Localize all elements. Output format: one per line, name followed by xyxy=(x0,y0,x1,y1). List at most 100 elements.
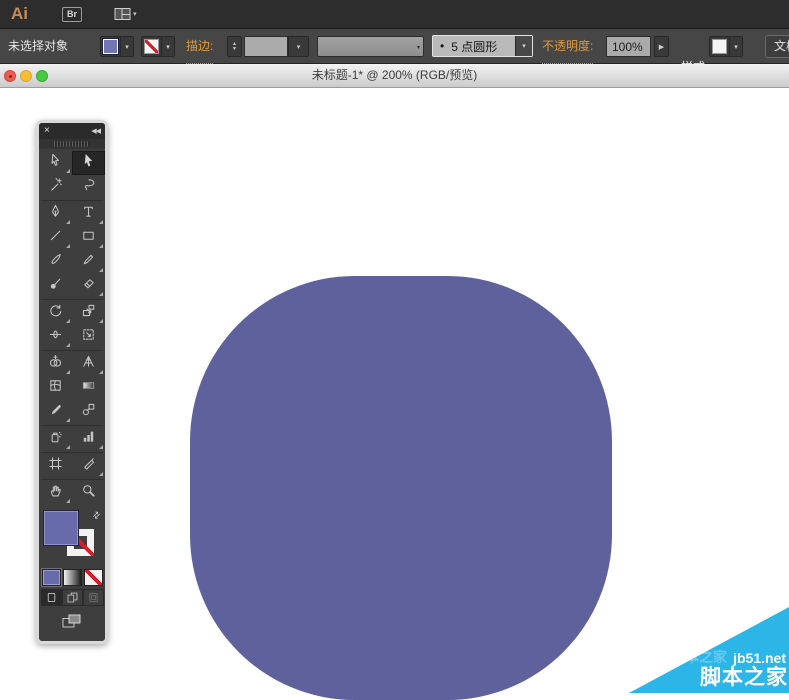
change-screen-mode-button[interactable] xyxy=(61,613,83,634)
brush-definition-dropdown[interactable]: • 5 点圆形 ▾ xyxy=(432,35,533,57)
eyedropper-tool-icon xyxy=(48,402,63,422)
paintbrush-tool[interactable] xyxy=(39,250,72,274)
line-segment-tool-icon xyxy=(48,228,63,248)
stroke-weight-dropdown-button[interactable]: ▾ xyxy=(288,36,309,57)
pen-tool-icon xyxy=(48,204,63,224)
swap-fill-stroke-icon[interactable]: ⇄ xyxy=(91,509,104,522)
width-tool[interactable] xyxy=(39,325,72,349)
width-profile-dropdown[interactable]: ▾ xyxy=(317,36,424,57)
chevron-down-icon: ▾ xyxy=(133,10,137,18)
fill-color-dropdown[interactable]: ▾ xyxy=(100,36,134,57)
zoom-tool-icon xyxy=(81,483,96,503)
opacity-expand-button[interactable]: ▶ xyxy=(654,36,669,57)
perspective-grid-tool-icon xyxy=(81,354,96,374)
eraser-tool-icon xyxy=(81,276,96,296)
fill-stroke-indicator: ⇄ xyxy=(39,509,105,567)
opacity-field[interactable]: 100% xyxy=(606,36,651,57)
blob-brush-tool[interactable] xyxy=(39,274,72,298)
stroke-panel-link[interactable]: 描边: xyxy=(186,30,214,64)
lasso-tool[interactable] xyxy=(72,175,105,199)
rotate-tool[interactable] xyxy=(39,301,72,325)
eyedropper-tool[interactable] xyxy=(39,400,72,424)
line-segment-tool[interactable] xyxy=(39,226,72,250)
shape-builder-tool[interactable] xyxy=(39,352,72,376)
pencil-tool[interactable] xyxy=(72,250,105,274)
rounded-square-shape[interactable] xyxy=(190,276,612,700)
fill-swatch[interactable] xyxy=(43,510,79,546)
direct-selection-tool[interactable] xyxy=(39,151,72,175)
rotate-tool-icon xyxy=(48,303,63,323)
column-graph-tool[interactable] xyxy=(72,427,105,451)
spinner-down-icon[interactable]: ▼ xyxy=(232,46,237,52)
type-tool-icon xyxy=(81,204,96,224)
eraser-tool[interactable] xyxy=(72,274,105,298)
scale-tool-icon xyxy=(81,303,96,323)
scale-tool[interactable] xyxy=(72,301,105,325)
type-tool[interactable] xyxy=(72,202,105,226)
bridge-button[interactable]: Br xyxy=(62,6,83,22)
workspace-grid-icon xyxy=(114,7,131,21)
perspective-grid-tool[interactable] xyxy=(72,352,105,376)
window-title-bar[interactable]: 未标题-1* @ 200% (RGB/预览) xyxy=(0,64,789,88)
rectangle-tool[interactable] xyxy=(72,226,105,250)
direct-selection-tool-icon xyxy=(48,153,63,173)
free-transform-tool[interactable] xyxy=(72,325,105,349)
none-button[interactable] xyxy=(83,569,103,586)
pen-tool[interactable] xyxy=(39,202,72,226)
gradient-button[interactable] xyxy=(62,569,82,586)
stroke-weight-stepper[interactable]: ▲ ▼ xyxy=(227,36,242,57)
zoom-tool[interactable] xyxy=(72,481,105,505)
draw-inside-button[interactable] xyxy=(82,589,104,606)
color-button[interactable] xyxy=(41,569,61,586)
blob-brush-tool-icon xyxy=(48,276,63,296)
workspace-switcher-button[interactable]: ▾ xyxy=(114,7,137,21)
slice-tool-icon xyxy=(81,456,96,476)
opacity-panel-link[interactable]: 不透明度: xyxy=(542,30,594,64)
pencil-tool-icon xyxy=(81,252,96,272)
draw-behind-button[interactable] xyxy=(61,589,83,606)
illustrator-logo: Ai xyxy=(11,4,28,23)
stroke-none-swatch xyxy=(144,39,159,54)
chevron-down-icon: ▾ xyxy=(416,45,420,51)
minimize-window-button[interactable] xyxy=(20,70,32,82)
zoom-window-button[interactable] xyxy=(36,70,48,82)
symbol-sprayer-tool[interactable] xyxy=(39,427,72,451)
brush-name-label: 5 点圆形 xyxy=(451,39,498,54)
free-transform-tool-icon xyxy=(81,327,96,347)
symbol-sprayer-tool-icon xyxy=(48,429,63,449)
draw-normal-button[interactable] xyxy=(40,589,62,606)
column-graph-tool-icon xyxy=(81,429,96,449)
width-tool-icon xyxy=(48,327,63,347)
gradient-tool[interactable] xyxy=(72,376,105,400)
stroke-color-dropdown[interactable]: ▾ xyxy=(141,36,175,57)
chevron-down-icon: ▾ xyxy=(161,37,174,56)
blend-tool[interactable] xyxy=(72,400,105,424)
chevron-down-icon: ▾ xyxy=(515,36,532,56)
paintbrush-tool-icon xyxy=(48,252,63,272)
blend-tool-icon xyxy=(81,402,96,422)
panel-drag-grip[interactable] xyxy=(39,139,105,149)
shape-builder-tool-icon xyxy=(48,354,63,374)
watermark-site-name: 脚本之家 xyxy=(700,666,788,689)
hand-tool[interactable] xyxy=(39,481,72,505)
slice-tool[interactable] xyxy=(72,454,105,478)
selection-tool[interactable] xyxy=(72,151,105,175)
screen-mode-row xyxy=(39,609,105,641)
artboard-tool[interactable] xyxy=(39,454,72,478)
tools-panel-header[interactable]: × ◀◀ xyxy=(39,123,105,139)
magic-wand-tool-icon xyxy=(48,177,63,197)
tools-panel[interactable]: × ◀◀ ⇄ xyxy=(36,120,108,644)
hand-tool-icon xyxy=(48,483,63,503)
collapse-panel-icon[interactable]: ◀◀ xyxy=(91,127,101,135)
magic-wand-tool[interactable] xyxy=(39,175,72,199)
close-window-button[interactable] xyxy=(4,70,16,82)
mesh-tool-icon xyxy=(48,378,63,398)
document-setup-button[interactable]: 文档设置 xyxy=(765,35,789,58)
stroke-weight-field[interactable] xyxy=(244,36,288,57)
mesh-tool[interactable] xyxy=(39,376,72,400)
close-panel-icon[interactable]: × xyxy=(44,126,50,136)
bullet-icon: • xyxy=(440,39,445,53)
drawing-mode-buttons xyxy=(39,589,105,609)
document-canvas[interactable] xyxy=(0,88,789,700)
style-dropdown[interactable]: ▾ xyxy=(709,36,743,57)
